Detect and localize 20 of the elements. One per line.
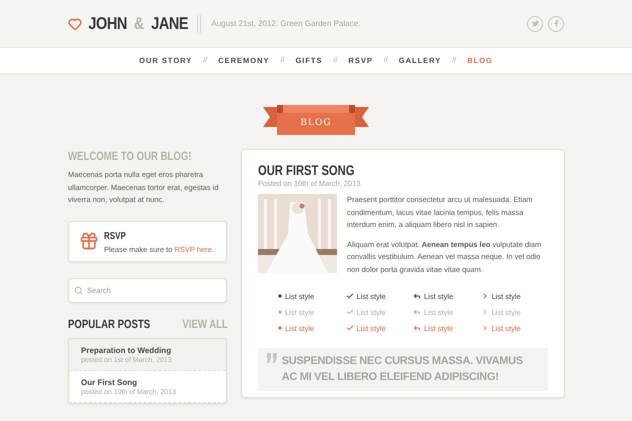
post-title: Preparation to Wedding [81, 346, 172, 354]
heart-logo-icon [68, 16, 82, 30]
post-title: Our First Song [81, 378, 138, 386]
brand-name: JOHN [88, 14, 127, 34]
rsvp-title: RSVP [104, 230, 126, 242]
bird-icon [532, 20, 538, 27]
post-title: OUR FIRST SONG [258, 162, 356, 178]
quote-icon [266, 353, 278, 363]
facebook-button[interactable] [548, 16, 564, 32]
welcome-title: WELCOME TO OUR BLOG! [68, 149, 193, 163]
facebook-icon [552, 20, 560, 27]
banner-title: BLOG [299, 118, 333, 128]
quote-text: SUSPENDISSE NEC CURSUS MASSA. VIVAMUS AC MI VEL LIBERO ELEIFEND ADIPISCING! [282, 354, 524, 385]
search-icon [74, 286, 83, 294]
gift-icon [79, 231, 99, 251]
brand-name: JANE [151, 14, 188, 34]
popular-posts-title: POPULAR POSTS [68, 316, 150, 330]
tagline: August 21st, 2012. Green Garden Palace. [211, 19, 360, 28]
twitter-button[interactable] [527, 16, 543, 32]
ampersand: & [134, 14, 144, 34]
